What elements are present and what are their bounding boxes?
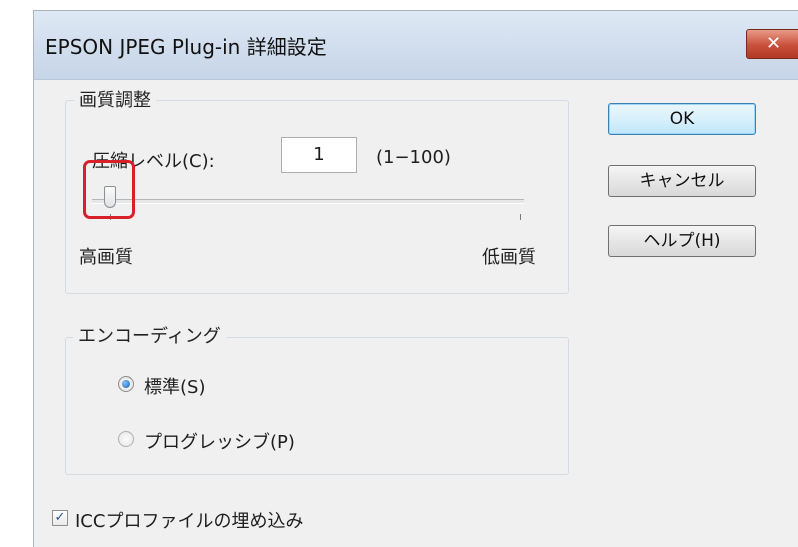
cancel-button[interactable]: キャンセル: [608, 165, 756, 197]
icc-embed-checkbox[interactable]: ✓: [52, 510, 68, 526]
low-quality-label: 低画質: [482, 247, 536, 268]
ok-button[interactable]: OK: [608, 103, 756, 135]
window-title: EPSON JPEG Plug-in 詳細設定: [45, 35, 327, 59]
high-quality-label: 高画質: [79, 247, 133, 268]
standard-radio-label[interactable]: 標準(S): [144, 373, 205, 399]
encoding-group-legend: エンコーディング: [73, 322, 226, 348]
compression-range-hint: (1−100): [376, 147, 451, 168]
slider-tick-max: [520, 214, 521, 220]
close-button[interactable]: ✕: [746, 29, 798, 59]
title-bar: EPSON JPEG Plug-in 詳細設定 ✕: [34, 11, 798, 80]
quality-group-legend: 画質調整: [74, 86, 156, 112]
progressive-radio[interactable]: [118, 431, 134, 447]
standard-radio[interactable]: [118, 376, 134, 392]
checkmark-icon: ✓: [54, 510, 66, 525]
encoding-group: [65, 337, 569, 475]
progressive-radio-label[interactable]: プログレッシブ(P): [144, 428, 295, 454]
icc-embed-label[interactable]: ICCプロファイルの埋め込み: [75, 507, 303, 533]
compression-level-input[interactable]: 1: [281, 137, 357, 173]
slider-highlight-box: [83, 160, 135, 219]
close-icon: ✕: [765, 33, 782, 54]
help-button[interactable]: ヘルプ(H): [608, 225, 756, 257]
compression-slider-track[interactable]: [92, 199, 524, 204]
